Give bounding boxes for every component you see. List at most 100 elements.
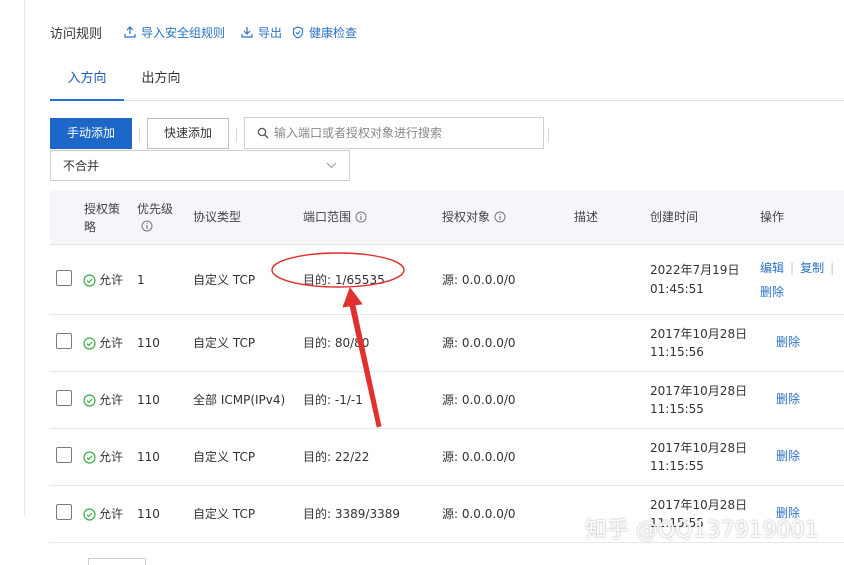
row-actions: 编辑 | 复制 | xyxy=(760,259,840,278)
policy-label: 允许 xyxy=(99,336,124,350)
upload-icon xyxy=(124,26,136,38)
created-time: 01:45:51 xyxy=(650,282,704,296)
policy-cell: 允许 xyxy=(83,448,123,467)
delete-link[interactable]: 删除 xyxy=(776,335,800,349)
col-policy: 授权策略 xyxy=(84,200,128,236)
row-checkbox[interactable] xyxy=(56,390,72,406)
table-row: 允许 110 自定义 TCP 目的: 80/80 源: 0.0.0.0/0 20… xyxy=(50,315,844,372)
row-checkbox[interactable] xyxy=(56,447,72,463)
download-icon xyxy=(241,27,253,38)
port-cell: 目的: 80/80 xyxy=(303,336,370,350)
priority-cell: 110 xyxy=(137,450,160,464)
tab-inbound[interactable]: 入方向 xyxy=(50,60,124,101)
row-actions: 删除 xyxy=(776,390,800,409)
check-circle-icon xyxy=(83,394,96,407)
search-icon xyxy=(257,127,269,139)
check-circle-icon xyxy=(83,451,96,464)
shield-check-icon xyxy=(292,25,304,39)
col-port-range: 端口范围 xyxy=(303,208,367,226)
source-cell: 源: 0.0.0.0/0 xyxy=(442,393,516,407)
protocol-cell: 全部 ICMP(IPv4) xyxy=(193,393,286,407)
policy-cell: 允许 xyxy=(83,391,123,410)
merge-select-value: 不合并 xyxy=(63,159,100,173)
health-check-link[interactable]: 健康检查 xyxy=(292,24,357,41)
export-label: 导出 xyxy=(258,25,283,40)
port-cell: 目的: -1/-1 xyxy=(303,393,363,407)
info-icon xyxy=(141,220,153,232)
copy-link[interactable]: 复制 xyxy=(800,261,824,275)
search-input[interactable] xyxy=(274,126,534,140)
col-protocol: 协议类型 xyxy=(193,210,242,224)
row-checkbox[interactable] xyxy=(56,333,72,349)
chevron-down-icon xyxy=(326,162,337,169)
row-actions-second-line: 删除 xyxy=(760,283,784,302)
page-title: 访问规则 xyxy=(50,26,103,42)
port-cell: 目的: 1/65535 xyxy=(303,273,385,287)
toolbar-divider xyxy=(548,128,549,142)
created-time: 11:15:55 xyxy=(650,402,704,416)
col-priority-label: 优先级 xyxy=(137,202,174,216)
import-rules-label: 导入安全组规则 xyxy=(141,25,226,40)
delete-link[interactable]: 删除 xyxy=(760,285,784,299)
source-cell: 源: 0.0.0.0/0 xyxy=(442,336,516,350)
policy-cell: 允许 xyxy=(83,271,123,290)
info-icon xyxy=(494,211,506,223)
protocol-cell: 自定义 TCP xyxy=(193,273,256,287)
col-auth-object: 授权对象 xyxy=(442,208,506,226)
col-port-range-label: 端口范围 xyxy=(303,210,352,224)
policy-label: 允许 xyxy=(99,393,124,407)
priority-cell: 110 xyxy=(137,393,160,407)
row-actions: 删除 xyxy=(776,333,800,352)
policy-label: 允许 xyxy=(99,507,124,521)
export-link[interactable]: 导出 xyxy=(241,24,282,41)
row-checkbox[interactable] xyxy=(56,504,72,520)
search-box xyxy=(244,117,544,149)
action-divider: | xyxy=(790,261,795,275)
manual-add-button[interactable]: 手动添加 xyxy=(50,118,132,149)
left-divider xyxy=(24,0,25,516)
col-policy-label: 授权策略 xyxy=(84,202,121,234)
check-circle-icon xyxy=(83,508,96,521)
action-divider: | xyxy=(830,261,835,275)
priority-cell: 110 xyxy=(137,507,160,521)
priority-cell: 110 xyxy=(137,336,160,350)
tab-outbound[interactable]: 出方向 xyxy=(130,60,192,101)
col-auth-object-label: 授权对象 xyxy=(442,210,491,224)
delete-link[interactable]: 删除 xyxy=(776,392,800,406)
merge-select[interactable]: 不合并 xyxy=(50,150,350,181)
direction-tabs: 入方向 出方向 xyxy=(50,60,844,101)
table-row: 允许 110 全部 ICMP(IPv4) 目的: -1/-1 源: 0.0.0.… xyxy=(50,372,844,429)
policy-label: 允许 xyxy=(99,450,124,464)
source-cell: 源: 0.0.0.0/0 xyxy=(442,507,516,521)
row-checkbox[interactable] xyxy=(56,270,72,286)
row-actions: 删除 xyxy=(776,447,800,466)
table-row: 允许 1 自定义 TCP 目的: 1/65535 源: 0.0.0.0/0 20… xyxy=(50,246,844,315)
page-size-select[interactable] xyxy=(88,558,146,565)
source-cell: 源: 0.0.0.0/0 xyxy=(442,450,516,464)
protocol-cell: 自定义 TCP xyxy=(193,507,256,521)
source-cell: 源: 0.0.0.0/0 xyxy=(442,273,516,287)
delete-link[interactable]: 删除 xyxy=(776,449,800,463)
created-date: 2017年10月28日 xyxy=(650,384,748,398)
table-row: 允许 110 自定义 TCP 目的: 22/22 源: 0.0.0.0/0 20… xyxy=(50,429,844,486)
col-priority: 优先级 xyxy=(137,200,173,232)
port-cell: 目的: 22/22 xyxy=(303,450,370,464)
health-check-label: 健康检查 xyxy=(309,25,358,40)
protocol-cell: 自定义 TCP xyxy=(193,336,256,350)
col-actions: 操作 xyxy=(760,210,785,224)
info-icon xyxy=(355,211,367,223)
created-date: 2022年7月19日 xyxy=(650,263,740,277)
col-description: 描述 xyxy=(574,210,599,224)
created-date: 2017年10月28日 xyxy=(650,441,748,455)
check-circle-icon xyxy=(83,274,96,287)
import-rules-link[interactable]: 导入安全组规则 xyxy=(124,24,225,41)
header-bar: 访问规则 导入安全组规则 导出 健康检查 xyxy=(50,22,373,42)
priority-cell: 1 xyxy=(137,273,145,287)
table-header: 授权策略 优先级 协议类型 端口范围 授权对象 描述 创建时间 操作 xyxy=(50,190,844,245)
created-time: 11:15:56 xyxy=(650,345,704,359)
created-date: 2017年10月28日 xyxy=(650,327,748,341)
policy-label: 允许 xyxy=(99,273,124,287)
protocol-cell: 自定义 TCP xyxy=(193,450,256,464)
edit-link[interactable]: 编辑 xyxy=(760,261,784,275)
quick-add-button[interactable]: 快速添加 xyxy=(147,118,229,149)
